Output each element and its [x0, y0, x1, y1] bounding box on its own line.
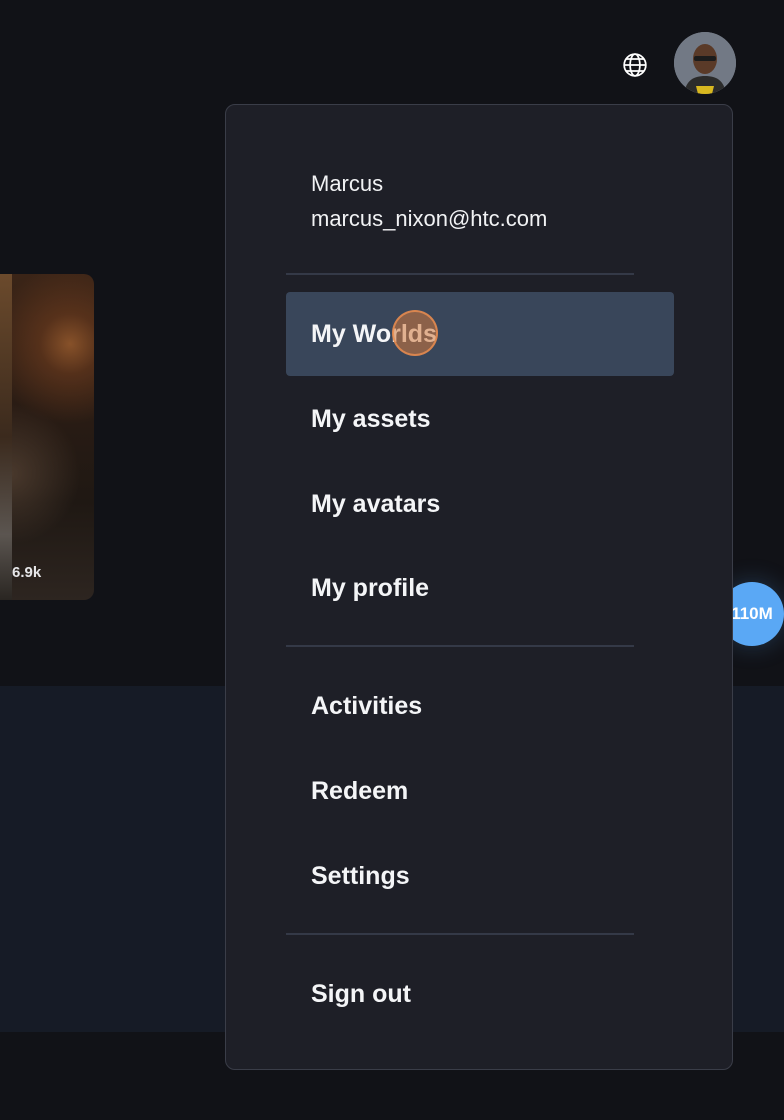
user-avatar: [674, 32, 736, 94]
menu-divider: [286, 273, 634, 275]
menu-item-my-avatars[interactable]: My avatars: [286, 462, 674, 546]
menu-item-settings[interactable]: Settings: [286, 834, 674, 918]
user-avatar-button[interactable]: [674, 32, 736, 94]
globe-icon: [623, 53, 647, 77]
menu-item-my-profile[interactable]: My profile: [286, 546, 674, 630]
user-name: Marcus: [311, 171, 384, 196]
menu-divider: [286, 645, 634, 647]
user-dropdown-menu: Marcus marcus_nixon@htc.com My Worlds My…: [225, 104, 733, 1070]
world-card-thumbnail[interactable]: [0, 274, 94, 600]
menu-item-activities[interactable]: Activities: [286, 664, 674, 748]
language-button[interactable]: [620, 50, 650, 80]
menu-item-my-assets[interactable]: My assets: [286, 377, 674, 461]
menu-item-sign-out[interactable]: Sign out: [286, 952, 674, 1036]
user-email: marcus_nixon@htc.com: [311, 206, 548, 231]
world-card-image: [0, 274, 12, 600]
world-card-visit-count: 6.9k: [12, 564, 42, 581]
menu-item-my-worlds[interactable]: My Worlds: [286, 292, 674, 376]
menu-item-redeem[interactable]: Redeem: [286, 749, 674, 833]
menu-divider: [286, 933, 634, 935]
